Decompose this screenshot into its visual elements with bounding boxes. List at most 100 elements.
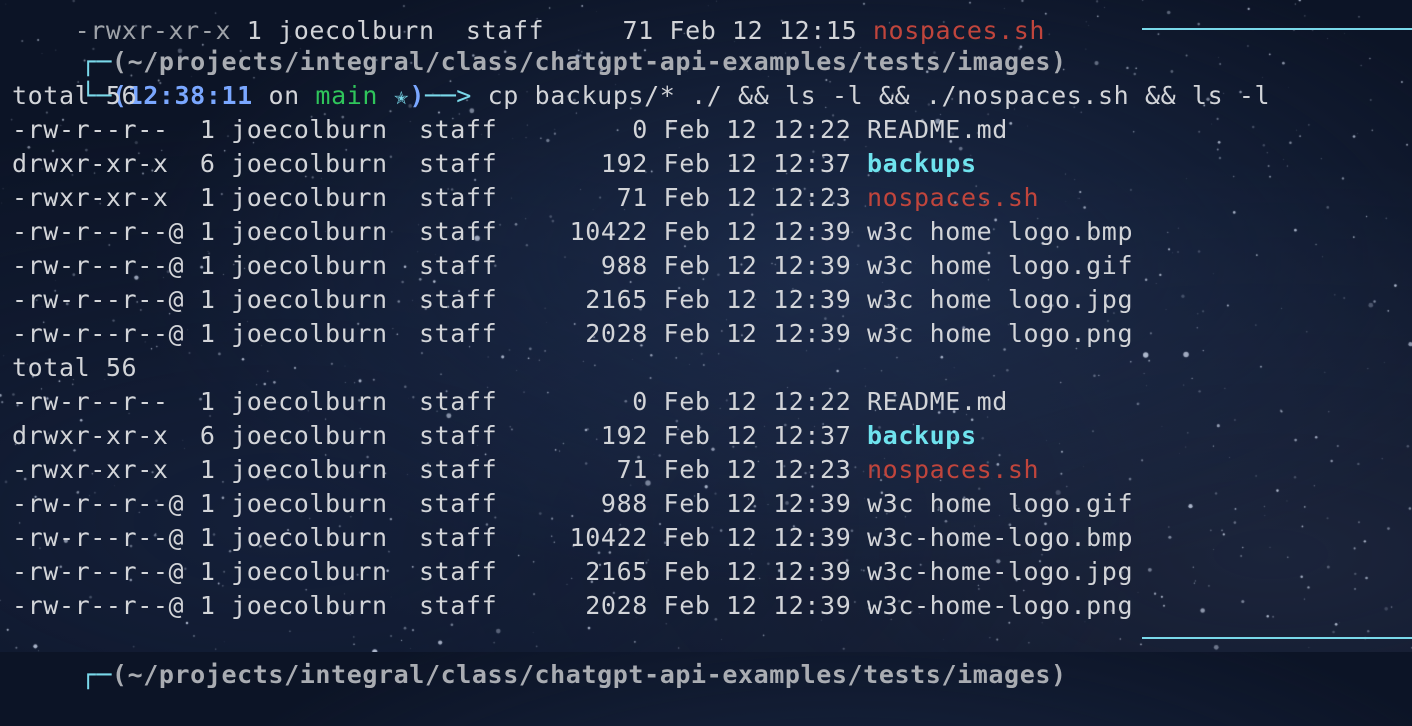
listing-row: -rw-r--r--@ 1 joecolburn staff 10422 Feb…	[12, 215, 1133, 249]
size: 2028	[585, 319, 648, 348]
listing-row: drwxr-xr-x 6 joecolburn staff 192 Feb 12…	[12, 147, 977, 181]
filename[interactable]: w3c home logo.gif	[867, 251, 1133, 280]
filename[interactable]: nospaces.sh	[867, 183, 1039, 212]
date: Feb 12 12:39	[663, 217, 852, 246]
owner: joecolburn	[231, 421, 388, 450]
listing-row: -rwxr-xr-x 1 joecolburn staff 71 Feb 12 …	[12, 453, 1039, 487]
filename[interactable]: w3c home logo.png	[867, 319, 1133, 348]
links: 1	[199, 319, 216, 348]
perms: -rw-r--r--@	[12, 251, 185, 280]
group: staff	[418, 285, 498, 314]
filename[interactable]: w3c home logo.gif	[867, 489, 1133, 518]
size: 192	[600, 149, 648, 178]
date: Feb 12 12:37	[663, 149, 852, 178]
links: 1	[199, 455, 216, 484]
date: Feb 12 12:39	[663, 557, 852, 586]
group: staff	[418, 115, 498, 144]
date: Feb 12 12:39	[663, 489, 852, 518]
filename[interactable]: backups	[867, 421, 977, 450]
date: Feb 12 12:39	[663, 319, 852, 348]
owner: joecolburn	[231, 523, 388, 552]
prompt-path-line-bottom: ┌─(~/projects/integral/class/chatgpt-api…	[18, 624, 1067, 689]
perms: -rw-r--r--@	[12, 489, 185, 518]
perms: drwxr-xr-x	[12, 421, 185, 450]
date: Feb 12 12:23	[663, 455, 852, 484]
owner: joecolburn	[231, 217, 388, 246]
group: staff	[418, 557, 498, 586]
owner: joecolburn	[231, 557, 388, 586]
group: staff	[418, 489, 498, 518]
perms: -rw-r--r--@	[12, 319, 185, 348]
links: 1	[199, 489, 216, 518]
listing-row: drwxr-xr-x 6 joecolburn staff 192 Feb 12…	[12, 419, 977, 453]
frame-corner-top: ┌─	[80, 660, 112, 689]
size: 0	[632, 115, 648, 144]
links: 1	[199, 251, 216, 280]
owner: joecolburn	[231, 319, 388, 348]
size: 2165	[585, 285, 648, 314]
size: 71	[616, 183, 648, 212]
listing-row: -rw-r--r--@ 1 joecolburn staff 988 Feb 1…	[12, 249, 1133, 283]
links: 1	[199, 523, 216, 552]
perms: -rw-r--r--@	[12, 591, 185, 620]
listing-row: -rw-r--r--@ 1 joecolburn staff 2028 Feb …	[12, 589, 1133, 623]
perms: -rwxr-xr-x	[12, 455, 185, 484]
prompt-arrow-icon: ──>	[425, 81, 472, 110]
size: 2165	[585, 557, 648, 586]
owner: joecolburn	[231, 149, 388, 178]
filename[interactable]: w3c home logo.bmp	[867, 217, 1133, 246]
dirty-star-icon: ✭	[393, 81, 410, 110]
listing-row: -rw-r--r--@ 1 joecolburn staff 2165 Feb …	[12, 283, 1133, 317]
listing-row: -rw-r--r--@ 1 joecolburn staff 2028 Feb …	[12, 317, 1133, 351]
filename[interactable]: nospaces.sh	[867, 455, 1039, 484]
date: Feb 12 12:37	[663, 421, 852, 450]
links: 1	[199, 217, 216, 246]
perms: -rw-r--r--@	[12, 557, 185, 586]
size: 10422	[569, 217, 648, 246]
listing-row: -rw-r--r-- 1 joecolburn staff 0 Feb 12 1…	[12, 385, 1008, 419]
filename[interactable]: w3c-home-logo.png	[867, 591, 1133, 620]
owner: joecolburn	[231, 251, 388, 280]
size: 988	[600, 489, 648, 518]
perms: -rw-r--r--@	[12, 523, 185, 552]
owner: joecolburn	[231, 115, 388, 144]
group: staff	[418, 149, 498, 178]
prompt-path-bottom: (~/projects/integral/class/chatgpt-api-e…	[111, 660, 1067, 689]
typed-command[interactable]: cp backups/* ./ && ls -l && ./nospaces.s…	[488, 81, 1271, 110]
links: 1	[199, 557, 216, 586]
perms: -rw-r--r--	[12, 115, 185, 144]
date: Feb 12 12:22	[663, 115, 852, 144]
prompt-rule-top	[1142, 28, 1412, 30]
links: 1	[199, 285, 216, 314]
size: 192	[600, 421, 648, 450]
filename[interactable]: w3c home logo.jpg	[867, 285, 1133, 314]
group: staff	[418, 421, 498, 450]
size: 2028	[585, 591, 648, 620]
owner: joecolburn	[231, 591, 388, 620]
group: staff	[418, 251, 498, 280]
owner: joecolburn	[231, 455, 388, 484]
perms: -rwxr-xr-x	[12, 183, 185, 212]
prompt-path-line: ┌─(~/projects/integral/class/chatgpt-api…	[18, 11, 1067, 76]
owner: joecolburn	[231, 183, 388, 212]
perms: -rw-r--r--@	[12, 285, 185, 314]
links: 1	[199, 387, 216, 416]
git-branch: main	[315, 81, 379, 110]
terminal-output[interactable]: -rwxr-xr-x 1 joecolburn staff 71 Feb 12 …	[0, 0, 1412, 689]
filename[interactable]: w3c-home-logo.bmp	[867, 523, 1133, 552]
date: Feb 12 12:22	[663, 387, 852, 416]
filename[interactable]: README.md	[867, 115, 1008, 144]
links: 6	[199, 421, 216, 450]
links: 1	[199, 183, 216, 212]
filename[interactable]: backups	[867, 149, 977, 178]
group: staff	[418, 591, 498, 620]
group: staff	[418, 455, 498, 484]
date: Feb 12 12:23	[663, 183, 852, 212]
group: staff	[418, 183, 498, 212]
filename[interactable]: w3c-home-logo.jpg	[867, 557, 1133, 586]
prompt-time: 12:38:11	[127, 81, 253, 110]
size: 71	[616, 455, 648, 484]
filename[interactable]: README.md	[867, 387, 1008, 416]
date: Feb 12 12:39	[663, 251, 852, 280]
perms: -rw-r--r--	[12, 387, 185, 416]
